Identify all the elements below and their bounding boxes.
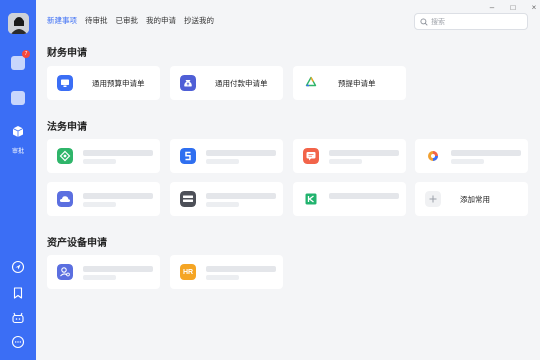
minimize-button[interactable]: – <box>487 3 497 12</box>
green-k-app-icon <box>303 191 319 207</box>
card-label: 通用预算申请单 <box>92 79 145 88</box>
tab-approved[interactable]: 已审批 <box>116 15 139 26</box>
add-favorite-button[interactable]: 添加常用 <box>415 182 528 216</box>
hr-app-icon: HR <box>180 264 196 280</box>
placeholder-line <box>83 150 153 156</box>
placeholder-line <box>206 275 239 280</box>
top-bar: 新建事项 待审批 已审批 我的申请 抄送我的 搜索 – □ × <box>36 0 540 44</box>
section-title-finance: 财务申请 <box>47 48 87 59</box>
placeholder-line <box>83 159 116 164</box>
placeholder-line <box>206 193 276 199</box>
maximize-button[interactable]: □ <box>508 3 518 12</box>
close-button[interactable]: × <box>529 3 539 12</box>
section-title-assets: 资产设备申请 <box>47 238 107 249</box>
red-chat-app-icon <box>303 148 319 164</box>
card-accrual-request[interactable]: 预提申请单 <box>293 66 406 100</box>
placeholder-line <box>83 266 153 272</box>
search-icon <box>420 17 428 26</box>
sidebar: 7 审批 <box>0 0 36 360</box>
placeholder-line <box>206 150 276 156</box>
colorful-app-icon <box>425 148 441 164</box>
sidebar-item-label: 审批 <box>11 149 24 155</box>
card-legal-app-7[interactable] <box>293 182 406 216</box>
tab-new-item[interactable]: 新建事项 <box>47 15 77 26</box>
plus-icon <box>425 191 441 207</box>
card-label: 添加常用 <box>460 195 490 204</box>
hr-icon-text: HR <box>182 268 194 276</box>
card-budget-request[interactable]: 通用预算申请单 <box>47 66 160 100</box>
document-icon <box>11 91 25 105</box>
card-asset-app-1[interactable] <box>47 255 160 289</box>
card-label: 通用付款申请单 <box>215 79 268 88</box>
sidebar-item-messages[interactable]: 7 <box>8 50 30 70</box>
unread-badge: 7 <box>22 50 30 58</box>
sidebar-item-documents[interactable] <box>8 91 28 105</box>
card-label: 预提申请单 <box>338 79 376 88</box>
search-input[interactable]: 搜索 <box>414 13 528 30</box>
blue-s-app-icon <box>180 148 196 164</box>
placeholder-line <box>451 159 484 164</box>
placeholder-line <box>206 266 276 272</box>
card-payment-request[interactable]: 通用付款申请单 <box>170 66 283 100</box>
placeholder-line <box>329 159 362 164</box>
section-title-legal: 法务申请 <box>47 122 87 133</box>
card-legal-app-4[interactable] <box>415 139 528 173</box>
tab-my-requests[interactable]: 我的申请 <box>146 15 176 26</box>
tab-cc-me[interactable]: 抄送我的 <box>184 15 214 26</box>
green-app-icon <box>57 148 73 164</box>
card-legal-app-3[interactable] <box>293 139 406 173</box>
more-icon[interactable] <box>11 335 25 349</box>
cloud-app-icon <box>57 191 73 207</box>
placeholder-line <box>83 275 116 280</box>
bookmark-icon[interactable] <box>11 286 25 300</box>
placeholder-line <box>206 202 239 207</box>
placeholder-line <box>329 150 399 156</box>
message-icon <box>11 56 25 70</box>
robot-icon[interactable] <box>11 311 25 325</box>
avatar[interactable] <box>8 13 29 34</box>
send-icon[interactable] <box>11 260 25 274</box>
pay-app-icon <box>180 191 196 207</box>
sidebar-item-approval[interactable]: 审批 <box>8 125 28 155</box>
card-legal-app-5[interactable] <box>47 182 160 216</box>
search-placeholder: 搜索 <box>431 18 445 26</box>
monitor-icon <box>57 75 73 91</box>
card-legal-app-2[interactable] <box>170 139 283 173</box>
card-legal-app-6[interactable] <box>170 182 283 216</box>
placeholder-line <box>451 150 521 156</box>
money-bag-icon <box>180 75 196 91</box>
card-legal-app-1[interactable] <box>47 139 160 173</box>
card-asset-app-2[interactable]: HR <box>170 255 283 289</box>
tab-bar: 新建事项 待审批 已审批 我的申请 抄送我的 <box>47 15 222 26</box>
placeholder-line <box>206 159 239 164</box>
person-search-icon <box>57 264 73 280</box>
recycle-icon <box>303 75 319 91</box>
placeholder-line <box>83 193 153 199</box>
placeholder-line <box>329 193 399 199</box>
placeholder-line <box>83 202 116 207</box>
tab-pending[interactable]: 待审批 <box>85 15 108 26</box>
avatar-image-icon <box>8 13 29 34</box>
cube-icon <box>12 126 24 137</box>
